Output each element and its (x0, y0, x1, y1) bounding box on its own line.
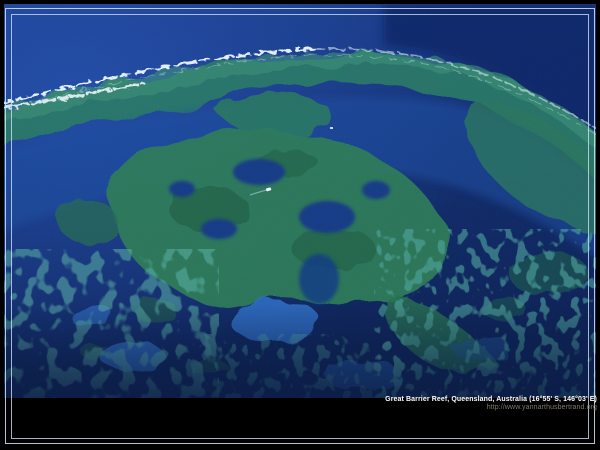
caption: Great Barrier Reef, Queensland, Australi… (385, 396, 597, 412)
reef-aerial-graphic (4, 4, 596, 398)
caption-url: http://www.yannarthusbertrand.org (385, 404, 597, 412)
desktop-wallpaper: Great Barrier Reef, Queensland, Australi… (0, 0, 600, 450)
reef-photo (4, 4, 596, 398)
caption-title: Great Barrier Reef, Queensland, Australi… (385, 396, 597, 404)
